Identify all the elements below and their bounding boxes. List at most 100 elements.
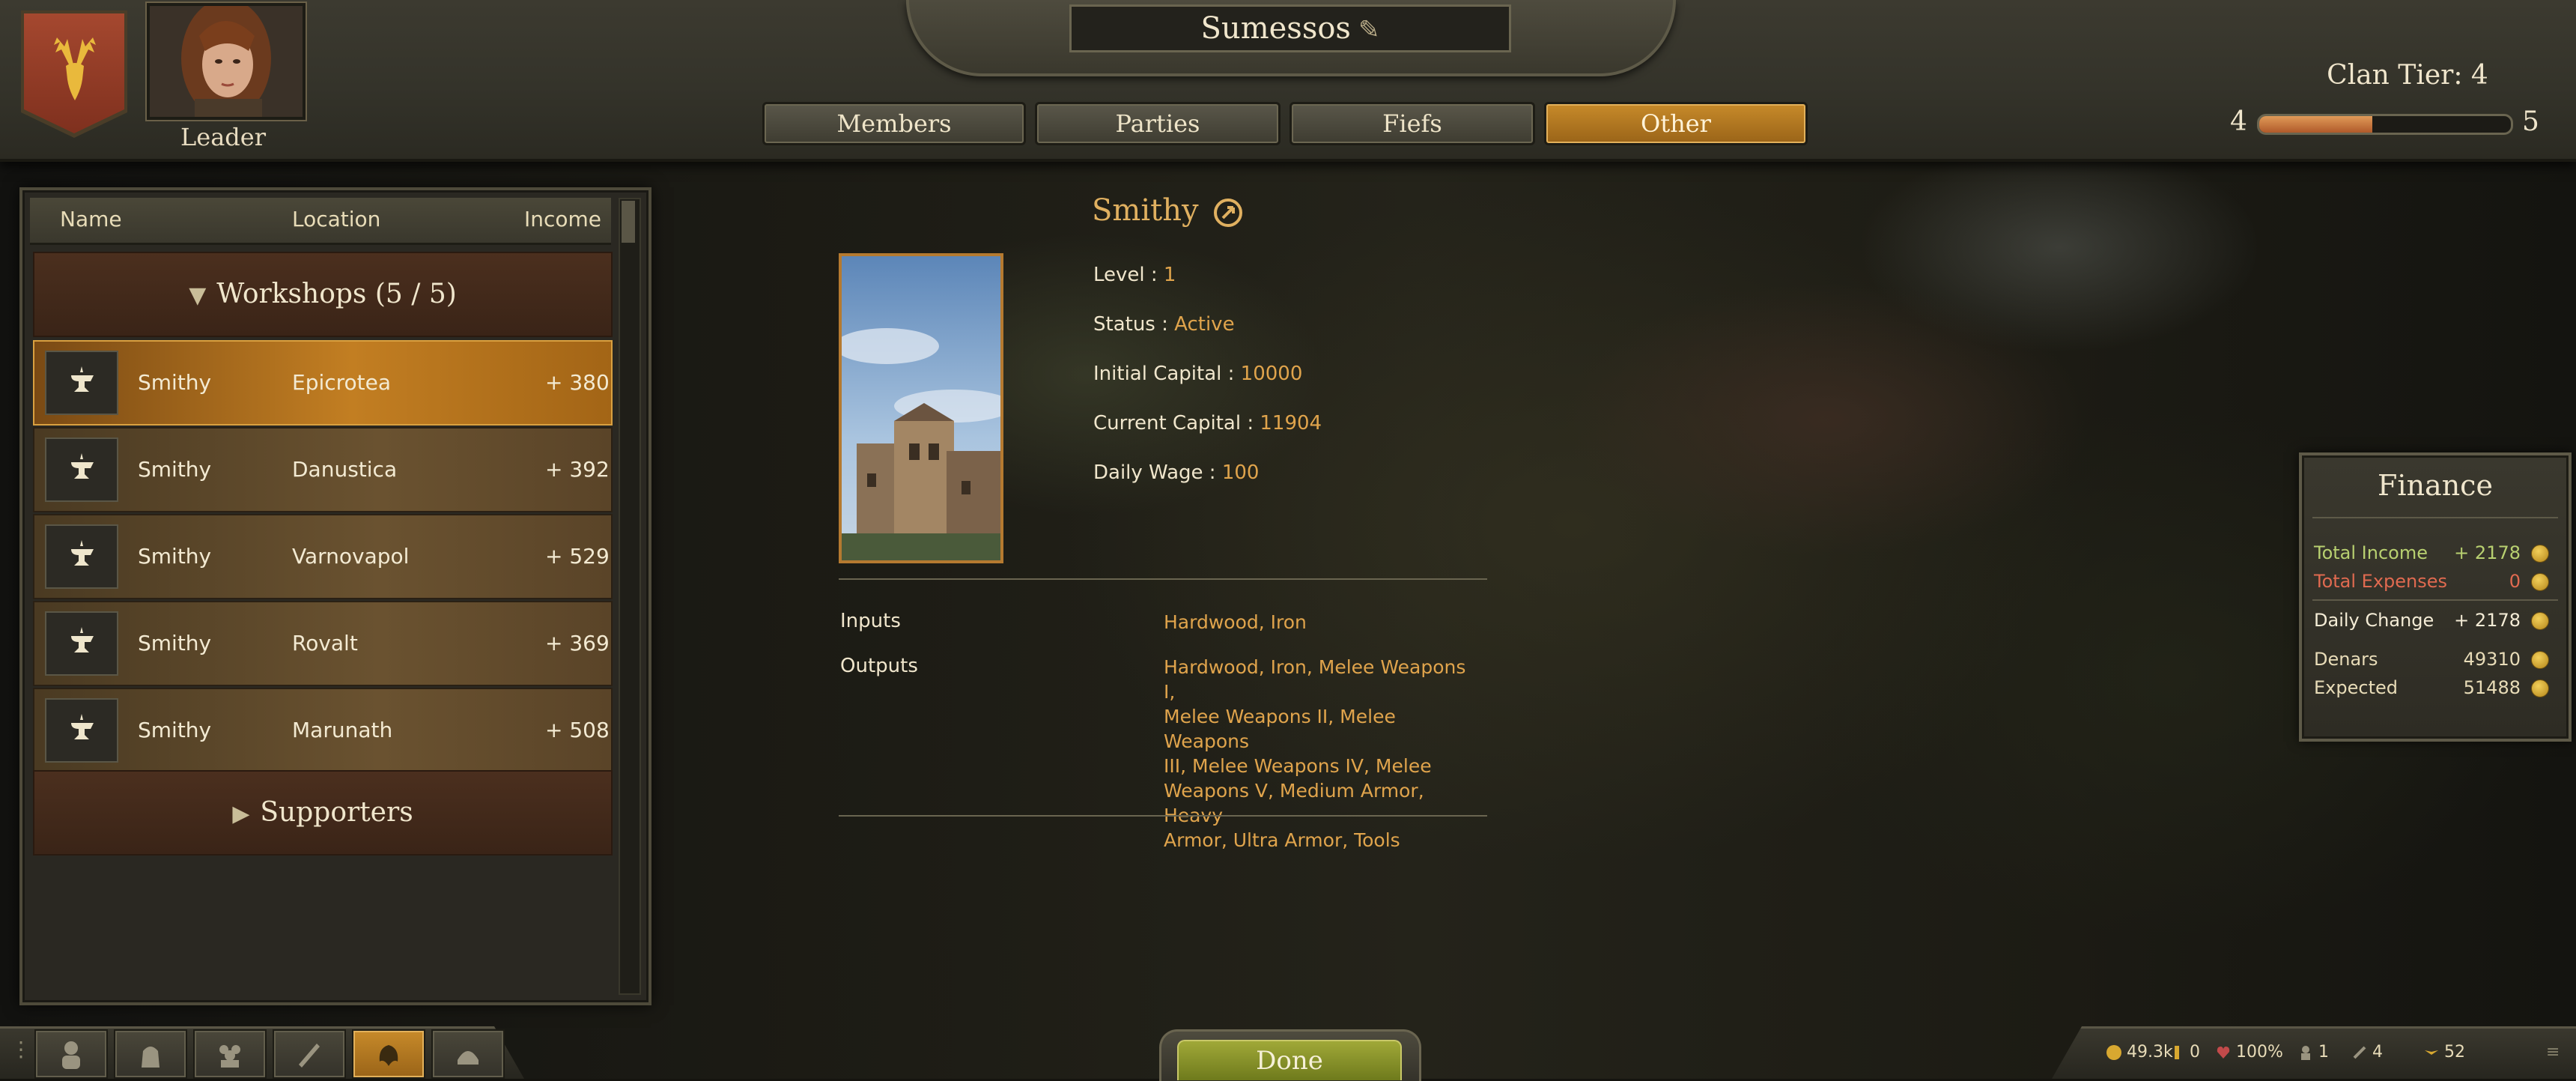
level-row: Level : 1 xyxy=(1093,264,1176,286)
anvil-icon-box xyxy=(45,437,118,502)
finance-title: Finance xyxy=(2378,469,2493,502)
nav-button-quests[interactable] xyxy=(273,1029,346,1079)
nav-button-clan[interactable] xyxy=(352,1029,425,1079)
daily-wage-label: Daily Wage : xyxy=(1093,461,1216,484)
list-scrollbar[interactable] xyxy=(619,198,641,995)
finance-row: Total Income + 2178 xyxy=(2314,542,2554,569)
tier-progress-bar xyxy=(2257,114,2513,135)
workshop-row[interactable]: Smithy Marunath + 508 xyxy=(33,688,613,773)
group-supporters[interactable]: ▶ Supporters xyxy=(33,770,613,856)
denar-coin-icon xyxy=(2531,612,2549,630)
menu-bars-icon[interactable]: ≡ xyxy=(2546,1043,2560,1062)
tab-members[interactable]: Members xyxy=(762,102,1026,145)
nav-button-inventory[interactable] xyxy=(114,1029,187,1079)
workshop-income: + 380 xyxy=(545,370,610,395)
change-workshop-icon[interactable] xyxy=(1212,197,1244,228)
expand-triangle-icon: ▶ xyxy=(232,801,250,827)
tab-other[interactable]: Other xyxy=(1544,102,1808,145)
current-capital-row: Current Capital : 11904 xyxy=(1093,412,1322,434)
town-illustration xyxy=(842,256,1000,560)
finance-row-label: Total Income xyxy=(2314,542,2428,563)
initial-capital-row: Initial Capital : 10000 xyxy=(1093,363,1302,385)
more-dots-icon[interactable]: ⋮ xyxy=(10,1037,31,1062)
status-row: Status : Active xyxy=(1093,313,1235,336)
nav-button-party[interactable] xyxy=(193,1029,267,1079)
status-troops-value[interactable]: 1 xyxy=(2318,1043,2329,1062)
group-workshops-label: ▼ Workshops (5 / 5) xyxy=(34,253,611,336)
anvil-icon-box xyxy=(45,351,118,415)
group-workshops[interactable]: ▼ Workshops (5 / 5) xyxy=(33,252,613,337)
details-divider-top xyxy=(839,578,1487,580)
workshop-title: Smithy xyxy=(1092,193,1244,228)
status-influence-value[interactable]: 0 xyxy=(2190,1043,2200,1062)
workshop-row[interactable]: Smithy Rovalt + 369 xyxy=(33,601,613,686)
food-icon xyxy=(2351,1044,2368,1064)
workshop-image xyxy=(839,253,1003,563)
outputs-label: Outputs xyxy=(840,655,918,677)
anvil-icon xyxy=(71,366,94,392)
quests-icon xyxy=(299,1044,320,1068)
anvil-icon xyxy=(71,540,94,566)
daily-wage-value: 100 xyxy=(1221,461,1260,484)
initial-capital-label: Initial Capital : xyxy=(1093,363,1235,385)
quill-edit-icon[interactable]: ✎ xyxy=(1358,15,1380,45)
workshop-title-text: Smithy xyxy=(1092,193,1199,228)
tab-parties[interactable]: Parties xyxy=(1035,102,1281,145)
inventory-icon xyxy=(142,1047,160,1068)
workshop-location: Rovalt xyxy=(292,631,358,655)
status-value: Active xyxy=(1174,313,1235,336)
nav-button-character[interactable] xyxy=(34,1029,108,1079)
stag-icon xyxy=(54,37,96,100)
outputs-line: Hardwood, Iron, Melee Weapons I, xyxy=(1164,656,1466,703)
inputs-label: Inputs xyxy=(840,610,901,632)
tab-fiefs[interactable]: Fiefs xyxy=(1289,102,1535,145)
nav-button-kingdom[interactable] xyxy=(431,1029,505,1079)
initial-capital-value: 10000 xyxy=(1240,363,1303,385)
denar-coin-icon xyxy=(2531,679,2549,697)
current-capital-value: 11904 xyxy=(1260,412,1322,434)
workshop-location: Varnovapol xyxy=(292,544,410,569)
status-health-value[interactable]: 100% xyxy=(2236,1043,2283,1062)
troops-icon xyxy=(2297,1044,2314,1064)
workshop-name: Smithy xyxy=(138,631,212,655)
workshop-income: + 369 xyxy=(545,631,610,655)
anvil-icon xyxy=(71,714,94,739)
clan-name-field[interactable]: Sumessos ✎ xyxy=(1069,4,1511,52)
leader-face-image xyxy=(150,6,303,117)
clan-banner[interactable] xyxy=(24,13,124,133)
clan-name-text: Sumessos xyxy=(1200,11,1351,46)
finance-panel: Finance Total Income + 2178 Total Expenses… xyxy=(2299,452,2572,742)
tier-progress-fill xyxy=(2259,116,2373,133)
status-speed-value[interactable]: 52 xyxy=(2444,1043,2465,1062)
finance-row: Expected 51488 xyxy=(2314,677,2554,704)
workshop-income: + 508 xyxy=(545,718,610,742)
outputs-line: Melee Weapons II, Melee Weapons xyxy=(1164,706,1396,752)
denar-coin-icon xyxy=(2531,573,2549,591)
workshops-group-text: Workshops (5 / 5) xyxy=(216,279,457,309)
finance-row-label: Denars xyxy=(2314,649,2378,670)
finance-row-value: + 2178 xyxy=(2454,610,2521,631)
collapse-triangle-icon: ▼ xyxy=(189,282,207,309)
column-name-header[interactable]: Name xyxy=(60,207,122,231)
tier-min-label: 4 xyxy=(2230,106,2247,137)
health-heart-icon xyxy=(2215,1044,2232,1064)
status-food-value[interactable]: 4 xyxy=(2372,1043,2383,1062)
clan-icon xyxy=(379,1045,398,1066)
column-income-header[interactable]: Income xyxy=(524,207,601,231)
status-gold-value[interactable]: 49.3k xyxy=(2127,1043,2173,1062)
finance-row-label: Expected xyxy=(2314,677,2398,698)
leader-portrait[interactable] xyxy=(147,3,306,120)
scrollbar-thumb[interactable] xyxy=(622,201,635,243)
outputs-value: Hardwood, Iron, Melee Weapons I, Melee W… xyxy=(1164,655,1478,853)
supporters-group-text: Supporters xyxy=(260,797,413,828)
finance-row-value: 0 xyxy=(2509,571,2521,592)
workshop-row[interactable]: Smithy Danustica + 392 xyxy=(33,427,613,512)
anvil-icon-box xyxy=(45,698,118,763)
workshop-row[interactable]: Smithy Varnovapol + 529 xyxy=(33,514,613,599)
column-location-header[interactable]: Location xyxy=(292,207,380,231)
workshop-row[interactable]: Smithy Epicrotea + 380 xyxy=(33,340,613,426)
finance-title-divider xyxy=(2312,517,2558,518)
done-button[interactable]: Done xyxy=(1177,1040,1402,1080)
influence-icon xyxy=(2169,1044,2185,1064)
workshop-name: Smithy xyxy=(138,544,212,569)
